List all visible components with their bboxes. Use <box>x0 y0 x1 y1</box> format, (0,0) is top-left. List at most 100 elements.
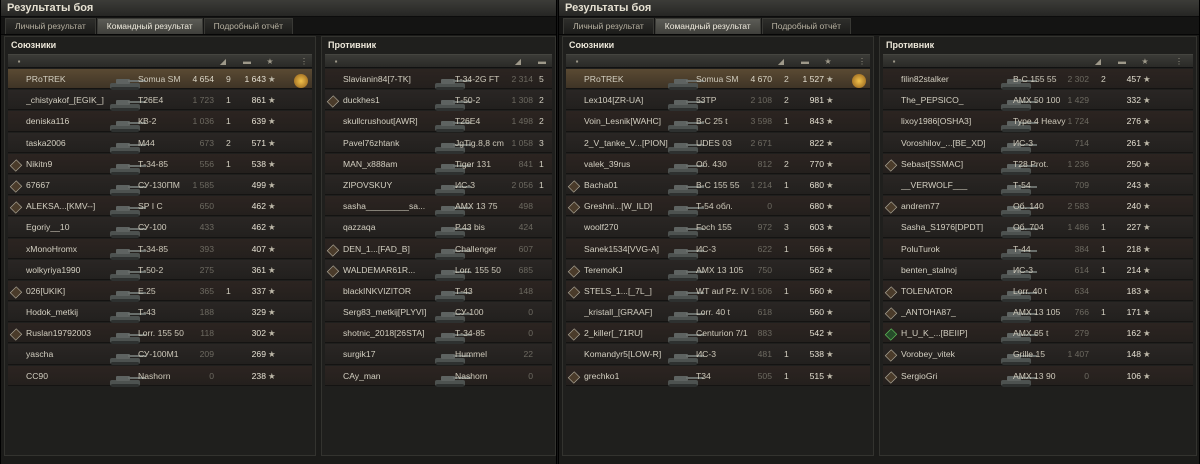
player-name[interactable]: ZIPOVSKUY <box>343 180 429 190</box>
table-row[interactable]: DEN_1...[FAD_B] Challenger 607 <box>325 238 552 260</box>
table-row[interactable]: 67667 СУ-130ПМ 1 585 499 ★ <box>8 174 312 196</box>
table-row[interactable]: Egoriy__10 СУ-100 433 462 ★ <box>8 217 312 239</box>
table-row[interactable]: WALDEMAR61R... Lorr. 155 50 685 <box>325 259 552 281</box>
table-row[interactable]: Sanek1534[VVG-A] ИС-3 622 1 566 ★ <box>566 238 870 260</box>
table-row[interactable]: PRoTREK Somua SM 4 670 2 1 527 ★ <box>566 69 870 90</box>
tab-detailed-report[interactable]: Подробный отчёт <box>203 18 293 34</box>
player-name[interactable]: TOLENATOR <box>901 286 993 296</box>
damage-icon[interactable]: ◢ <box>218 57 228 66</box>
player-name[interactable]: DEN_1...[FAD_B] <box>343 244 429 254</box>
player-name[interactable]: Sasha_S1976[DPDT] <box>901 222 993 232</box>
vehicle-type-icon[interactable]: ▪ <box>889 57 899 66</box>
table-row[interactable]: STELS_1...[_7L_] WT auf Pz. IV 1 506 1 560 ★ <box>566 280 870 302</box>
player-name[interactable]: The_PEPSICO_ <box>901 95 993 105</box>
player-name[interactable]: filin82stalker <box>901 74 993 84</box>
table-row[interactable]: CC90 Nashorn 0 238 ★ <box>8 365 312 387</box>
vehicle-type-icon[interactable]: ▪ <box>331 57 341 66</box>
player-name[interactable]: Voroshilov_...[BE_XD] <box>901 138 993 148</box>
table-row[interactable]: yascha СУ-100М1 209 269 ★ <box>8 344 312 366</box>
table-row[interactable]: Greshni...[W_ILD] Т-54 обл. 0 680 ★ <box>566 196 870 218</box>
tab-personal-result[interactable]: Личный результат <box>563 18 654 34</box>
damage-icon[interactable]: ◢ <box>776 57 786 66</box>
player-name[interactable]: CAy_man <box>343 371 429 381</box>
table-row[interactable]: lixoy1986[OSHA3] Type 4 Heavy 1 724 276 ★ <box>883 111 1193 133</box>
table-row[interactable]: woolf270 Foch 155 972 3 603 ★ <box>566 217 870 239</box>
table-row[interactable]: _chistyakof_[EGIK_] T26E4 1 723 1 861 ★ <box>8 90 312 112</box>
player-name[interactable]: qazzaqa <box>343 222 429 232</box>
table-row[interactable]: Pavel76zhtank JgTig.8,8 cm 1 058 3 <box>325 132 552 154</box>
medal-icon[interactable]: ⋮ <box>299 57 309 66</box>
table-row[interactable]: ALEKSA...[KMV--] SP I C 650 462 ★ <box>8 196 312 218</box>
player-name[interactable]: WALDEMAR61R... <box>343 265 429 275</box>
table-row[interactable]: The_PEPSICO_ AMX 50 100 1 429 332 ★ <box>883 90 1193 112</box>
player-name[interactable]: PoluTurok <box>901 244 993 254</box>
table-row[interactable]: shotnic_2018[26STA] Т-34-85 0 <box>325 323 552 345</box>
table-row[interactable]: _kristall_[GRAAF] Lorr. 40 t 618 560 ★ <box>566 302 870 324</box>
tab-detailed-report[interactable]: Подробный отчёт <box>761 18 851 34</box>
player-name[interactable]: SergioGri <box>901 371 993 381</box>
table-row[interactable]: qazzaqa P.43 bis 424 <box>325 217 552 239</box>
tab-personal-result[interactable]: Личный результат <box>5 18 96 34</box>
table-row[interactable]: H_U_K_...[BEIIP] AMX 65 t 279 162 ★ <box>883 323 1193 345</box>
player-name[interactable]: duckhes1 <box>343 95 429 105</box>
table-row[interactable]: Vorobey_vitek Grille 15 1 407 148 ★ <box>883 344 1193 366</box>
table-row[interactable]: Sebast[SSMAC] T28 Prot. 1 236 250 ★ <box>883 153 1193 175</box>
tab-team-result[interactable]: Командный результат <box>654 18 761 34</box>
table-row[interactable]: 026[UKIK] E 25 365 1 337 ★ <box>8 280 312 302</box>
damage-icon[interactable]: ◢ <box>1093 57 1103 66</box>
player-name[interactable]: MAN_x888am <box>343 159 429 169</box>
table-row[interactable]: Voin_Lesnik[WAHC] B-C 25 t3 598 1 843 ★ <box>566 111 870 133</box>
medal-icon[interactable]: ⋮ <box>1174 57 1184 66</box>
table-row[interactable]: TeremoKJ AMX 13 105 750 562 ★ <box>566 259 870 281</box>
table-row[interactable]: benten_stalnoj ИС-3 614 1 214 ★ <box>883 259 1193 281</box>
table-row[interactable]: Hodok_metkij Т-43 188 329 ★ <box>8 302 312 324</box>
player-name[interactable]: benten_stalnoj <box>901 265 993 275</box>
table-row[interactable]: PRoTREK Somua SM 4 654 9 1 643 ★ <box>8 69 312 90</box>
vehicle-type-icon[interactable]: ▪ <box>572 57 582 66</box>
damage-icon[interactable]: ◢ <box>513 57 523 66</box>
table-row[interactable]: CAy_man Nashorn 0 <box>325 365 552 387</box>
table-row[interactable]: PoluTurok Т-44 384 1 218 ★ <box>883 238 1193 260</box>
player-name[interactable]: blackINKVIZITOR <box>343 286 429 296</box>
table-row[interactable]: TOLENATOR Lorr. 40 t 634 183 ★ <box>883 280 1193 302</box>
table-row[interactable]: andrem77 Об. 140 2 583 240 ★ <box>883 196 1193 218</box>
table-row[interactable]: sasha_________sa... AMX 13 75 498 <box>325 196 552 218</box>
xp-star-icon[interactable]: ★ <box>1140 57 1150 66</box>
player-name[interactable]: H_U_K_...[BEIIP] <box>901 328 993 338</box>
player-name[interactable]: _ANTOHA87_ <box>901 307 993 317</box>
table-row[interactable]: 2_V_tanke_V...[PION] UDES 03 2 671 822 ★ <box>566 132 870 154</box>
table-row[interactable]: skullcrushout[AWR] T26E4 1 498 2 <box>325 111 552 133</box>
table-row[interactable]: Sasha_S1976[DPDT] Об. 704 1 486 1 227 ★ <box>883 217 1193 239</box>
table-row[interactable]: __VERWOLF___ Т-54 709 243 ★ <box>883 174 1193 196</box>
player-name[interactable]: shotnic_2018[26STA] <box>343 328 429 338</box>
player-name[interactable]: surgik17 <box>343 349 429 359</box>
player-name[interactable]: Sebast[SSMAC] <box>901 159 993 169</box>
table-row[interactable]: SergioGri AMX 13 90 0 106 ★ <box>883 365 1193 387</box>
player-name[interactable]: skullcrushout[AWR] <box>343 116 429 126</box>
table-row[interactable]: 2_killer[_71RU] Centurion 7/1 883 542 ★ <box>566 323 870 345</box>
player-name[interactable]: andrem77 <box>901 201 993 211</box>
kills-tank-icon[interactable]: ▬ <box>1117 57 1127 66</box>
player-name[interactable]: sasha_________sa... <box>343 201 429 211</box>
table-row[interactable]: wolkyriya1990 Т-50-2 275 361 ★ <box>8 259 312 281</box>
table-row[interactable]: Nikitn9 Т-34-85 556 1 538 ★ <box>8 153 312 175</box>
table-row[interactable]: Voroshilov_...[BE_XD] ИС-3 714 261 ★ <box>883 132 1193 154</box>
table-row[interactable]: taska2006 M44 673 2 571 ★ <box>8 132 312 154</box>
table-row[interactable]: ZIPOVSKUY ИС-3 2 056 1 <box>325 174 552 196</box>
table-row[interactable]: filin82stalker B-C 155 55 2 302 2 457 ★ <box>883 69 1193 90</box>
table-row[interactable]: grechko1 T34 505 1 515 ★ <box>566 365 870 387</box>
table-row[interactable]: blackINKVIZITOR Т-43 148 <box>325 280 552 302</box>
vehicle-type-icon[interactable]: ▪ <box>14 57 24 66</box>
table-row[interactable]: Serg83_metkij[PLYVI] СУ-100 0 <box>325 302 552 324</box>
table-row[interactable]: Lex104[ZR-UA] 53TP 2 108 2 981 ★ <box>566 90 870 112</box>
player-name[interactable]: Pavel76zhtank <box>343 138 429 148</box>
table-row[interactable]: deniska116 КВ-2 1 036 1 639 ★ <box>8 111 312 133</box>
table-row[interactable]: xMonoHromx Т-34-85 393 407 ★ <box>8 238 312 260</box>
kills-tank-icon[interactable]: ▬ <box>800 57 810 66</box>
table-row[interactable]: surgik17 Hummel 22 <box>325 344 552 366</box>
medal-icon[interactable]: ⋮ <box>857 57 867 66</box>
table-row[interactable]: duckhes1 Т-50-2 1 308 2 <box>325 90 552 112</box>
player-name[interactable]: lixoy1986[OSHA3] <box>901 116 993 126</box>
player-name[interactable]: __VERWOLF___ <box>901 180 993 190</box>
player-name[interactable]: Vorobey_vitek <box>901 349 993 359</box>
